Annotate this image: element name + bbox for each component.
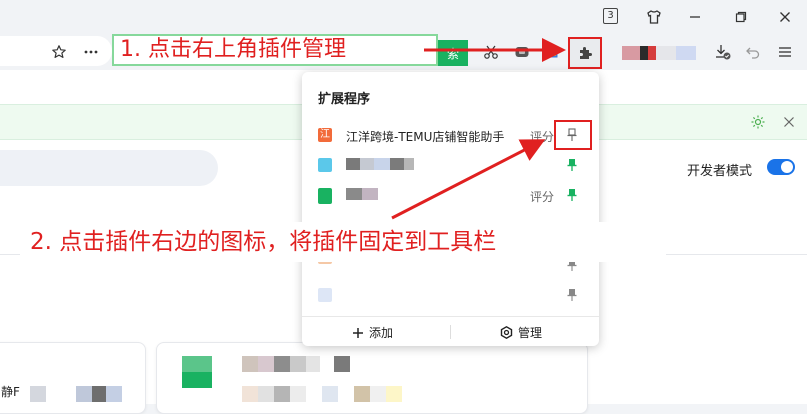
- blurred-card-icon: [182, 356, 212, 372]
- blurred-card-title: [242, 356, 350, 372]
- popup-title: 扩展程序: [318, 92, 371, 107]
- blurred-card-desc: [242, 386, 402, 402]
- extension-row[interactable]: [302, 150, 599, 180]
- developer-mode-toggle[interactable]: [767, 159, 795, 175]
- extension-logo-icon: [318, 288, 332, 302]
- more-options-icon[interactable]: [82, 43, 100, 61]
- profile-avatar-area[interactable]: [622, 46, 696, 60]
- manage-extensions-button[interactable]: 管理: [500, 324, 542, 341]
- popup-footer: 添加 管理: [302, 316, 599, 347]
- scissors-icon[interactable]: [482, 43, 500, 61]
- window-titlebar: 3: [0, 0, 807, 34]
- add-label: 添加: [369, 326, 394, 340]
- download-icon[interactable]: [714, 43, 732, 61]
- pin-filled-icon[interactable]: [564, 187, 580, 203]
- extension-logo-icon: 江: [318, 128, 332, 142]
- extension-card-left[interactable]: 静F: [0, 342, 146, 414]
- blurred-card-left-desc: [30, 386, 122, 402]
- developer-mode-label: 开发者模式: [687, 164, 753, 179]
- extension-card-middle[interactable]: [156, 342, 588, 414]
- pin-icon[interactable]: [564, 287, 580, 303]
- extension-logo-icon: [318, 158, 332, 172]
- extensions-popup: 扩展程序 江 江洋跨境-TEMU店铺智能助手 评分 评分 添加 管理: [302, 72, 599, 346]
- extension-score[interactable]: 评分: [530, 128, 554, 145]
- blurred-extension-name: [346, 188, 378, 200]
- extensions-puzzle-button[interactable]: [568, 37, 602, 69]
- minimize-icon[interactable]: [685, 7, 705, 27]
- green-extension-chip[interactable]: 索: [438, 40, 468, 66]
- settings-gear-icon[interactable]: [750, 114, 766, 134]
- extension-logo-icon: [318, 188, 332, 204]
- extension-row[interactable]: [302, 280, 599, 310]
- extension-score[interactable]: 评分: [530, 188, 554, 205]
- card-left-text: 静F: [1, 385, 20, 399]
- skin-icon[interactable]: [644, 7, 664, 27]
- gamepad-icon[interactable]: [513, 43, 531, 61]
- extension-search-input[interactable]: [0, 150, 218, 186]
- bookmark-star-icon[interactable]: [50, 43, 68, 61]
- close-icon[interactable]: [775, 7, 795, 27]
- blurred-extension-name: [346, 158, 414, 170]
- tab-count-badge[interactable]: 3: [603, 8, 618, 24]
- pin-filled-icon[interactable]: [564, 157, 580, 173]
- manage-label: 管理: [518, 326, 543, 340]
- extension-row[interactable]: 评分: [302, 180, 599, 210]
- blurred-card-icon-lower: [182, 372, 212, 388]
- step1-annotation: 1. 点击右上角插件管理: [112, 34, 438, 66]
- manage-gear-icon: [500, 326, 513, 339]
- extension-name: 江洋跨境-TEMU店铺智能助手: [346, 130, 505, 144]
- footer-separator: [450, 325, 451, 339]
- add-extension-button[interactable]: 添加: [352, 324, 393, 341]
- step2-annotation: 2. 点击插件右边的图标，将插件固定到工具栏: [20, 222, 666, 262]
- undo-icon[interactable]: [744, 43, 762, 61]
- notice-close-icon[interactable]: [782, 114, 796, 133]
- puzzle-icon: [580, 47, 592, 59]
- image-extension-icon[interactable]: [542, 43, 560, 61]
- plus-icon: [353, 327, 363, 338]
- restore-icon[interactable]: [731, 7, 751, 27]
- pin-highlight-box: [554, 120, 592, 150]
- menu-icon[interactable]: [776, 43, 794, 61]
